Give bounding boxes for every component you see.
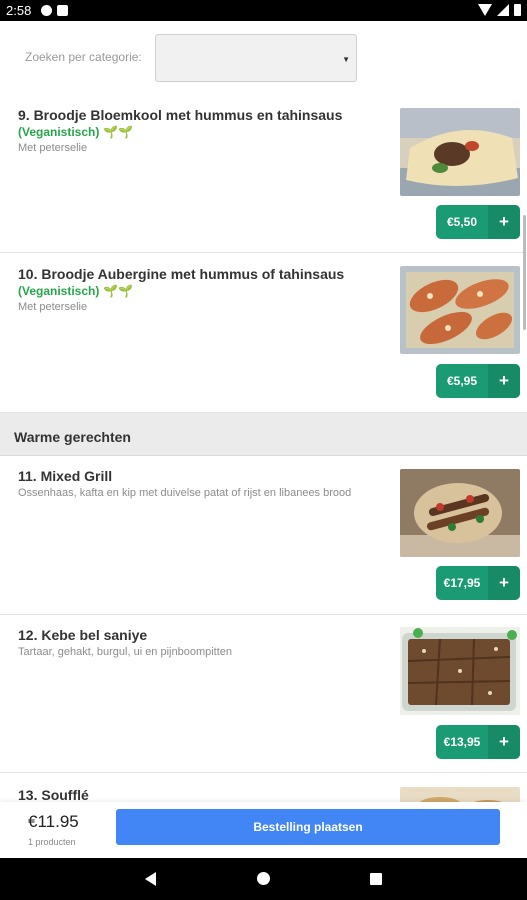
item-title: 10. Broodje Aubergine met hummus of tahi…: [18, 266, 345, 282]
item-description: Ossenhaas, kafta en kip met duivelse pat…: [18, 487, 352, 499]
sd-card-icon: [57, 5, 68, 16]
clock: 2:58: [6, 3, 32, 18]
dropdown-arrow-icon: ▼: [342, 55, 350, 64]
navigation-bar: [0, 858, 527, 900]
app-notification-icon: [41, 5, 52, 16]
scrollbar[interactable]: [523, 215, 526, 330]
item-title: 9. Broodje Bloemkool met hummus en tahin…: [18, 107, 343, 123]
menu-item: 11. Mixed Grill Ossenhaas, kafta en kip …: [0, 456, 527, 615]
sprout-icon: 🌱🌱: [103, 125, 134, 139]
plus-icon: +: [488, 725, 520, 759]
price-label: €17,95: [443, 576, 481, 590]
eggplant-photo: [400, 266, 520, 354]
plus-icon: +: [488, 364, 520, 398]
cart-bar: €11.95 1 producten Bestelling plaatsen: [0, 802, 527, 858]
item-title: 13. Soufflé: [18, 787, 89, 803]
vegan-tag: (Veganistisch) 🌱🌱: [18, 125, 134, 139]
add-to-cart-button[interactable]: €5,95 +: [436, 364, 520, 398]
kebbeh-photo: [400, 627, 520, 715]
category-filter: Zoeken per categorie: ▼: [0, 21, 527, 95]
menu-item: 12. Kebe bel saniye Tartaar, gehakt, bur…: [0, 615, 527, 773]
menu-item: 10. Broodje Aubergine met hummus of tahi…: [0, 253, 527, 413]
price-label: €5,50: [446, 215, 478, 229]
item-description: Tartaar, gehakt, burgul, ui en pijnboomp…: [18, 646, 233, 658]
menu-item: 9. Broodje Bloemkool met hummus en tahin…: [0, 95, 527, 253]
place-order-button[interactable]: Bestelling plaatsen: [116, 809, 500, 845]
wrap-photo: [400, 108, 520, 196]
price-label: €13,95: [443, 735, 481, 749]
category-filter-label: Zoeken per categorie:: [25, 50, 142, 64]
item-title: 11. Mixed Grill: [18, 468, 113, 484]
status-bar: 2:58: [0, 0, 527, 21]
grill-photo: [400, 469, 520, 557]
item-description: Met peterselie: [18, 142, 88, 154]
cart-total: €11.95: [28, 812, 79, 831]
back-icon[interactable]: [145, 872, 156, 886]
category-select[interactable]: ▼: [155, 34, 357, 82]
section-title: Warme gerechten: [14, 429, 131, 445]
cart-count: 1 producten: [28, 837, 76, 847]
plus-icon: +: [488, 566, 520, 600]
add-to-cart-button[interactable]: €5,50 +: [436, 205, 520, 239]
signal-icon: [497, 4, 509, 16]
wifi-icon: [478, 4, 492, 16]
section-header: Warme gerechten: [0, 413, 527, 456]
recent-apps-icon[interactable]: [370, 873, 382, 885]
add-to-cart-button[interactable]: €17,95 +: [436, 566, 520, 600]
item-title: 12. Kebe bel saniye: [18, 627, 148, 643]
battery-icon: [514, 4, 521, 16]
item-description: Met peterselie: [18, 301, 88, 313]
vegan-tag: (Veganistisch) 🌱🌱: [18, 284, 134, 298]
sprout-icon: 🌱🌱: [103, 284, 134, 298]
home-icon[interactable]: [257, 872, 270, 885]
add-to-cart-button[interactable]: €13,95 +: [436, 725, 520, 759]
plus-icon: +: [488, 205, 520, 239]
price-label: €5,95: [446, 374, 478, 388]
